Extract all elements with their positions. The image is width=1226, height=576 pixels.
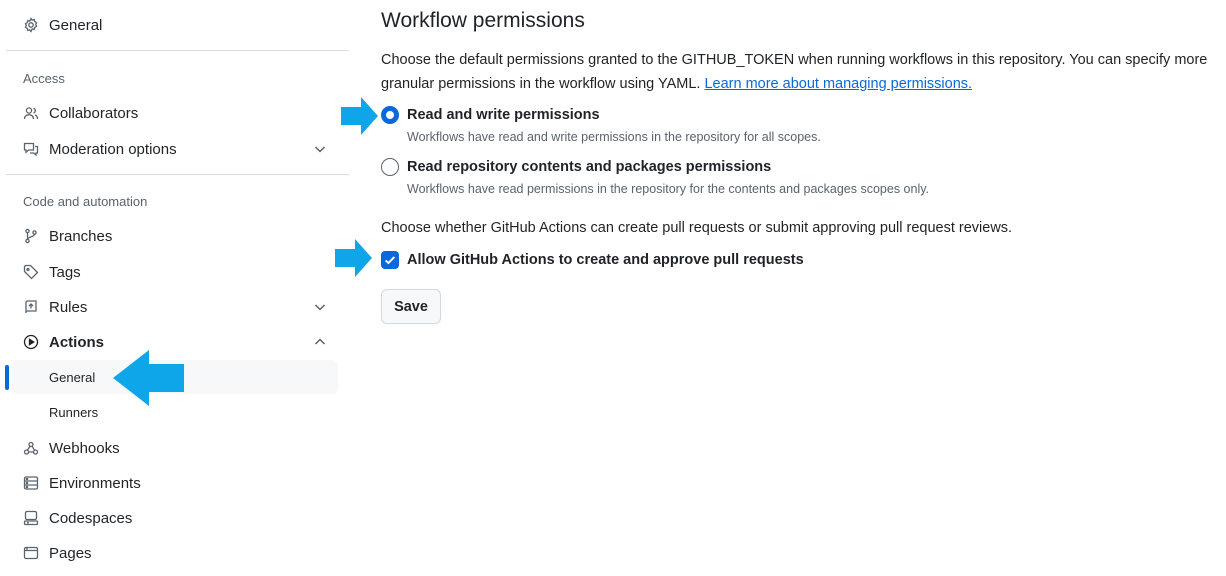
sidebar-item-tags[interactable]: Tags (12, 255, 338, 289)
chevron-down-icon[interactable] (312, 299, 328, 315)
sidebar-item-label: Branches (49, 227, 113, 245)
sidebar-divider (6, 174, 349, 175)
sidebar-divider (6, 50, 349, 51)
option-read-only[interactable]: Read repository contents and packages pe… (381, 158, 929, 196)
sidebar-item-label: Collaborators (49, 104, 139, 122)
sidebar-item-label: Environments (49, 474, 141, 492)
pr-question-text: Choose whether GitHub Actions can create… (381, 220, 1013, 236)
comment-discussion-icon (22, 140, 40, 158)
access-heading: Access (23, 71, 65, 86)
people-icon (22, 104, 40, 122)
workflow-permissions-panel: Workflow permissions Choose the default … (381, 0, 1226, 576)
option-description: Workflows have read permissions in the r… (407, 182, 930, 196)
sidebar-item-label: Moderation options (49, 140, 177, 158)
sidebar-item-environments[interactable]: Environments (12, 466, 338, 500)
sidebar-item-general[interactable]: General (12, 8, 338, 42)
repo-push-icon (22, 298, 40, 316)
allow-pr-label: Allow GitHub Actions to create and appro… (407, 252, 804, 268)
chevron-down-icon[interactable] (312, 141, 328, 157)
sidebar-item-branches[interactable]: Branches (12, 219, 338, 253)
sidebar-item-label: Tags (49, 263, 81, 281)
play-icon (22, 333, 40, 351)
code-automation-heading: Code and automation (23, 194, 148, 209)
webhook-icon (22, 439, 40, 457)
option-text: Read repository contents and packages pe… (407, 158, 929, 196)
option-description: Workflows have read and write permission… (407, 130, 821, 144)
option-label: Read and write permissions (407, 107, 600, 123)
chevron-up-icon[interactable] (312, 334, 328, 350)
page-title: Workflow permissions (381, 9, 585, 32)
option-label: Read repository contents and packages pe… (407, 159, 772, 175)
annotation-arrow-right-icon (335, 239, 372, 277)
settings-sidebar: General Access Collaborators Moderation … (0, 0, 350, 576)
radio-read-write[interactable] (381, 106, 399, 124)
sidebar-item-label: Actions (49, 333, 105, 351)
annotation-arrow-right-icon (341, 97, 378, 135)
checkmark-icon (384, 256, 396, 265)
annotation-arrow-left-icon (113, 350, 184, 406)
sidebar-item-label: General (49, 16, 103, 34)
permissions-description: Choose the default permissions granted t… (381, 48, 1226, 96)
option-text: Read and write permissions Workflows hav… (407, 106, 821, 144)
server-icon (22, 474, 40, 492)
radio-read-only[interactable] (381, 158, 399, 176)
browser-icon (22, 544, 40, 562)
save-button[interactable]: Save (381, 289, 441, 324)
tag-icon (22, 263, 40, 281)
sidebar-item-label: Pages (49, 544, 92, 562)
sidebar-item-rules[interactable]: Rules (12, 290, 338, 324)
allow-pr-option[interactable]: Allow GitHub Actions to create and appro… (381, 251, 804, 269)
sidebar-item-label: Webhooks (49, 439, 120, 457)
sidebar-item-pages[interactable]: Pages (12, 536, 338, 570)
sidebar-item-codespaces[interactable]: Codespaces (12, 501, 338, 535)
sidebar-subitem-label: Runners (49, 404, 99, 420)
sidebar-item-label: Rules (49, 298, 88, 316)
codespaces-icon (22, 509, 40, 527)
sidebar-item-collaborators[interactable]: Collaborators (12, 96, 338, 130)
sidebar-item-moderation-options[interactable]: Moderation options (12, 132, 338, 166)
gear-icon (22, 16, 40, 34)
sidebar-item-label: Codespaces (49, 509, 133, 527)
sidebar-subitem-label: General (49, 369, 96, 385)
option-read-write[interactable]: Read and write permissions Workflows hav… (381, 106, 821, 144)
learn-more-link[interactable]: Learn more about managing permissions. (704, 76, 972, 92)
allow-pr-checkbox[interactable] (381, 251, 399, 269)
sidebar-item-webhooks[interactable]: Webhooks (12, 431, 338, 465)
active-indicator (5, 365, 9, 390)
git-branch-icon (22, 227, 40, 245)
